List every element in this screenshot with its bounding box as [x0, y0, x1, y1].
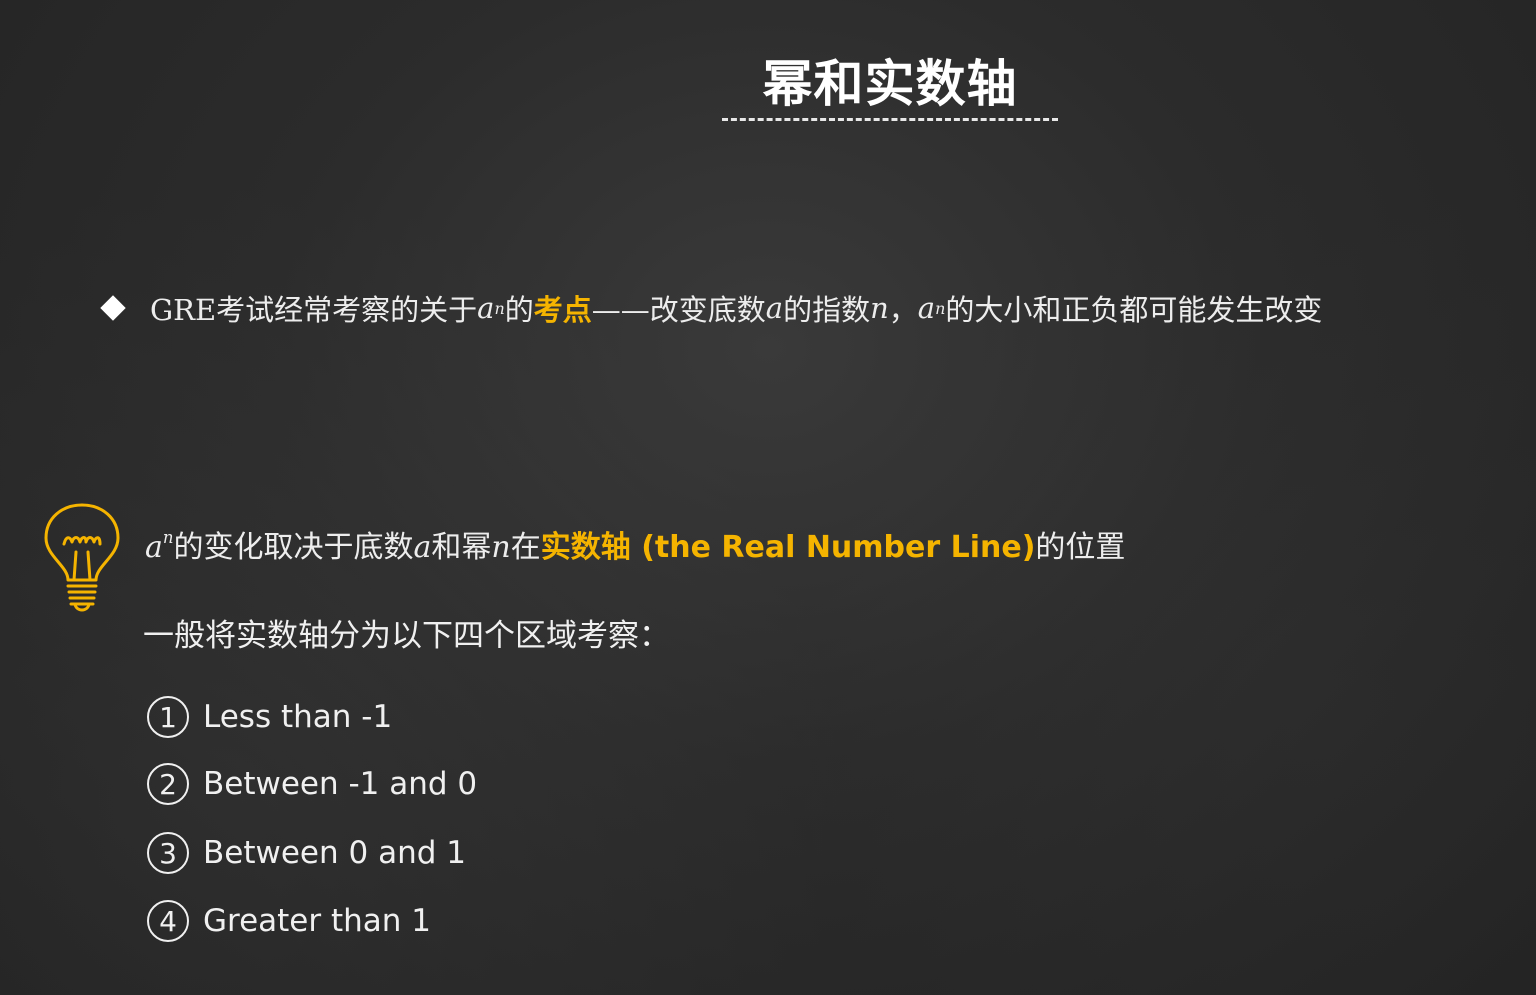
tip-text-4: 的位置 — [1035, 530, 1126, 565]
bullet-text-2: 的 — [504, 293, 534, 327]
list-item-label: Greater than 1 — [203, 903, 432, 939]
var-n: n — [870, 291, 889, 325]
tip-text-3: 在 — [510, 530, 541, 565]
bullet-highlight: 考点 — [533, 293, 592, 327]
bullet-text-4: 的指数 — [783, 293, 871, 327]
circled-number: 1 — [147, 696, 189, 738]
tip-line: an的变化取决于底数a和幂n在实数轴 (the Real Number Line… — [145, 522, 1125, 566]
bullet-text-5: ， — [888, 293, 918, 327]
diamond-icon — [100, 295, 126, 321]
tip-text-1: 的变化取决于底数 — [173, 530, 414, 565]
list-item: 4 Greater than 1 — [147, 900, 431, 942]
var-a: a — [413, 530, 432, 565]
list-item: 2 Between -1 and 0 — [147, 763, 477, 805]
regions-intro: 一般将实数轴分为以下四个区域考察： — [143, 618, 670, 654]
list-item-label: Between -1 and 0 — [203, 766, 478, 802]
var-n: n — [494, 298, 505, 318]
circled-number: 3 — [147, 832, 189, 874]
var-n: n — [935, 298, 946, 318]
list-item-label: Between 0 and 1 — [203, 835, 466, 871]
var-a: a — [917, 291, 936, 325]
var-a: a — [145, 530, 163, 565]
key-point-bullet: GRE考试经常考察的关于 an 的 考点 ——改变底数 a 的指数 n ， an… — [100, 285, 1322, 331]
title-underline — [722, 118, 1058, 121]
list-item: 3 Between 0 and 1 — [147, 832, 466, 874]
title-block: 幂和实数轴 — [720, 40, 1060, 130]
lightbulb-icon — [44, 503, 120, 612]
bullet-text-1: GRE考试经常考察的关于 — [150, 293, 478, 327]
bullet-text-3: ——改变底数 — [591, 293, 766, 327]
tip-text-2: 和幂 — [431, 530, 492, 565]
circled-number: 2 — [147, 763, 189, 805]
var-n: n — [162, 527, 174, 547]
page-title: 幂和实数轴 — [762, 55, 1018, 113]
var-a: a — [765, 291, 784, 325]
bullet-text-6: 的大小和正负都可能发生改变 — [945, 293, 1323, 327]
list-item-label: Less than -1 — [203, 699, 393, 735]
var-n: n — [491, 530, 511, 565]
list-item: 1 Less than -1 — [147, 696, 392, 738]
tip-highlight: 实数轴 (the Real Number Line) — [540, 530, 1036, 565]
var-a: a — [477, 291, 495, 325]
circled-number: 4 — [147, 900, 189, 942]
